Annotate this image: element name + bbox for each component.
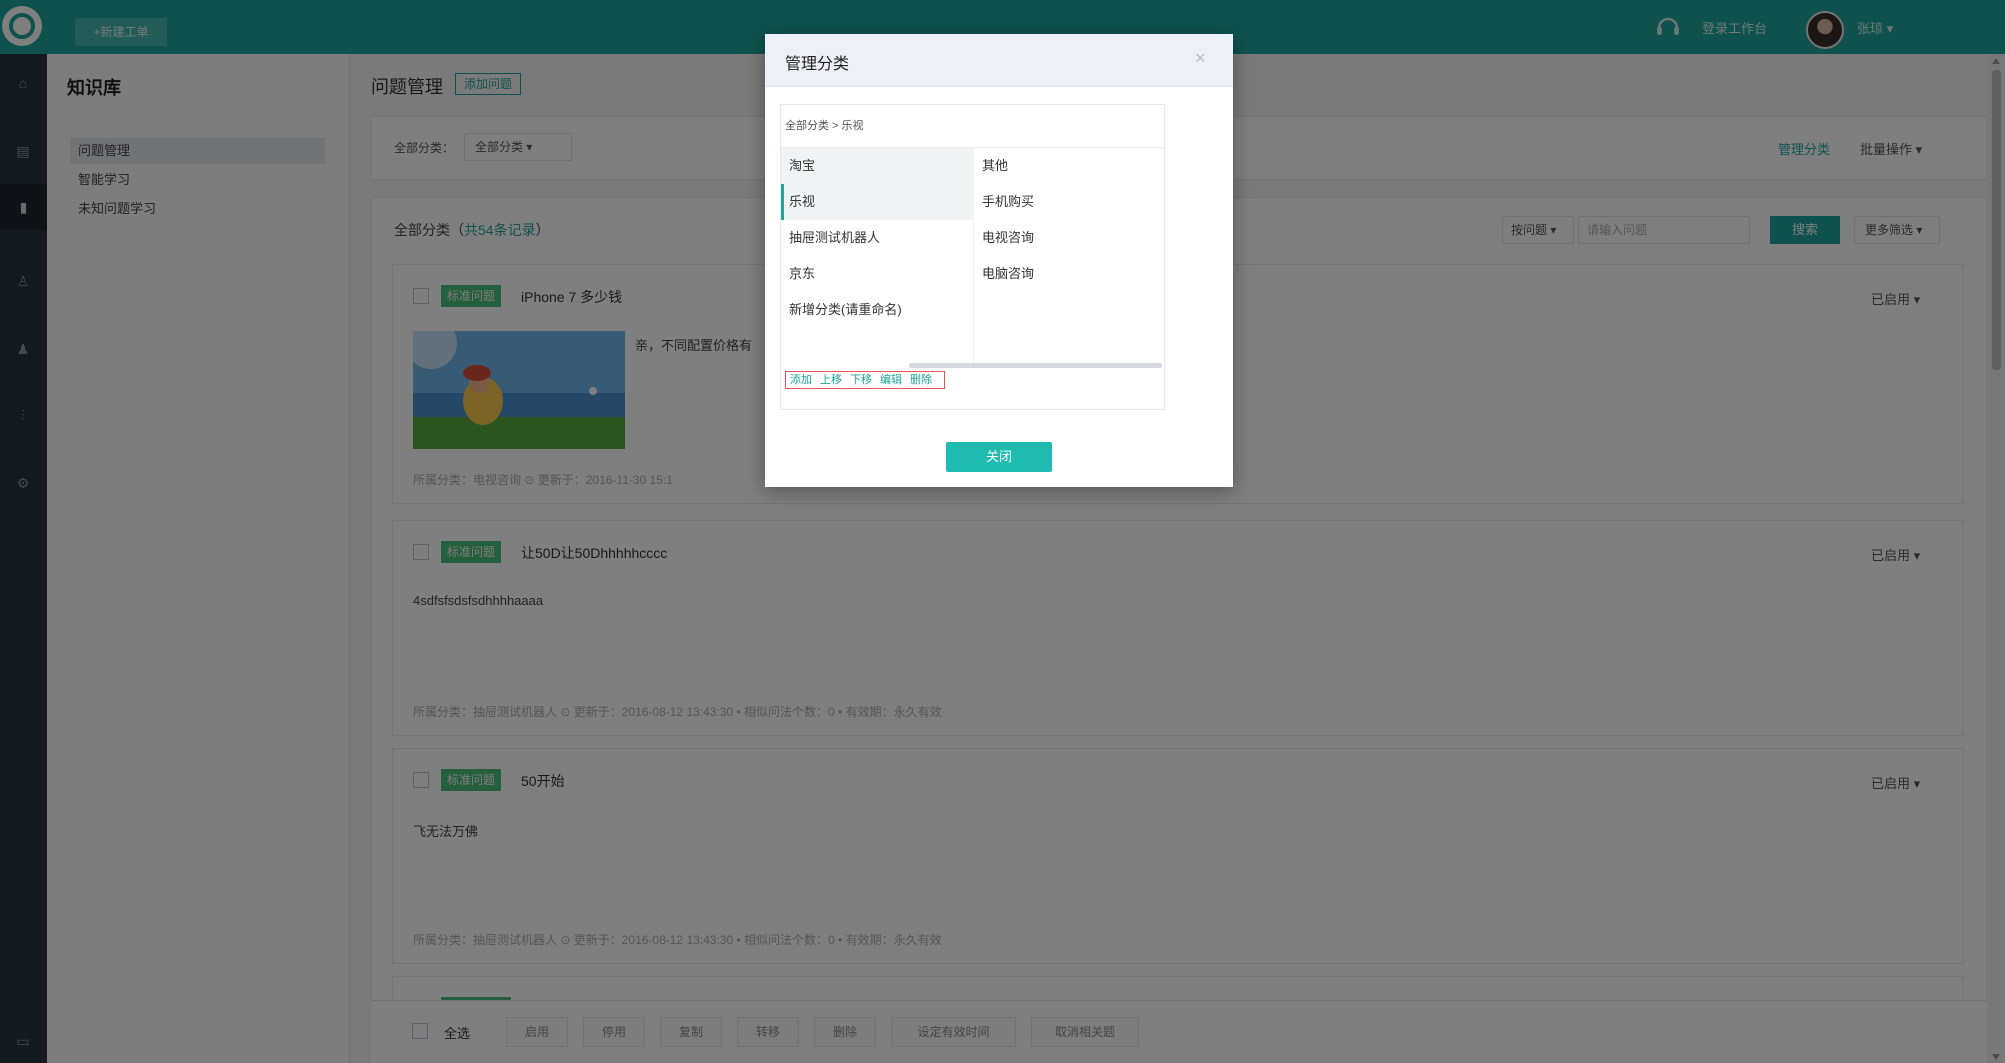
close-dialog-button[interactable]: 关闭 bbox=[946, 442, 1052, 472]
category-item[interactable]: 京东 bbox=[781, 256, 974, 292]
category-item-selected[interactable]: 乐视 bbox=[781, 184, 974, 220]
category-action-links: 添加 上移 下移 编辑 删除 bbox=[785, 371, 945, 389]
move-down-link[interactable]: 下移 bbox=[850, 374, 872, 386]
manage-categories-dialog: 管理分类 × 全部分类 > 乐视 淘宝 乐视 抽屉测试机器人 京东 新增分类(请… bbox=[765, 34, 1233, 487]
category-list: 淘宝 乐视 抽屉测试机器人 京东 新增分类(请重命名) bbox=[781, 147, 974, 365]
category-tree: 全部分类 > 乐视 淘宝 乐视 抽屉测试机器人 京东 新增分类(请重命名) 其他… bbox=[780, 104, 1165, 410]
edit-category-link[interactable]: 编辑 bbox=[880, 374, 902, 386]
subcategory-item[interactable]: 电视咨询 bbox=[982, 220, 1034, 256]
delete-category-link[interactable]: 删除 bbox=[910, 374, 932, 386]
subcategory-item[interactable]: 其他 bbox=[982, 148, 1008, 184]
breadcrumb: 全部分类 > 乐视 bbox=[785, 120, 864, 132]
horizontal-scrollbar[interactable] bbox=[909, 363, 1162, 368]
category-item[interactable]: 淘宝 bbox=[781, 148, 974, 184]
subcategory-item[interactable]: 手机购买 bbox=[982, 184, 1034, 220]
category-item[interactable]: 抽屉测试机器人 bbox=[781, 220, 974, 256]
category-item[interactable]: 新增分类(请重命名) bbox=[781, 292, 974, 328]
subcategory-list: 其他 手机购买 电视咨询 电脑咨询 bbox=[974, 147, 1164, 365]
close-icon[interactable]: × bbox=[1195, 48, 1206, 69]
dialog-title: 管理分类 bbox=[785, 56, 850, 73]
move-up-link[interactable]: 上移 bbox=[820, 374, 842, 386]
dialog-header: 管理分类 × bbox=[765, 34, 1233, 87]
subcategory-item[interactable]: 电脑咨询 bbox=[982, 256, 1034, 292]
add-category-link[interactable]: 添加 bbox=[790, 374, 812, 386]
